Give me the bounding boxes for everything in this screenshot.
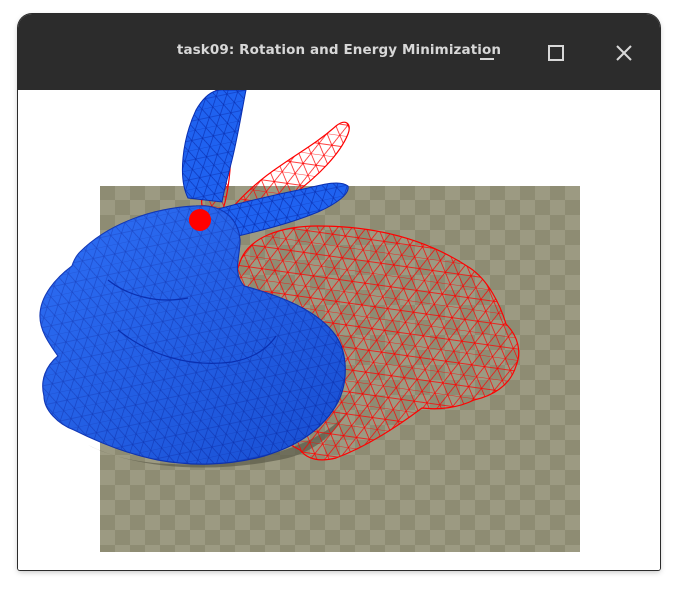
- close-button[interactable]: [609, 38, 639, 68]
- maximize-icon: [548, 45, 564, 61]
- gl-viewport[interactable]: [18, 90, 660, 570]
- minimize-icon: [480, 58, 494, 60]
- scene-svg: [39, 90, 580, 552]
- handle-point[interactable]: [189, 209, 211, 231]
- title-bar[interactable]: task09: Rotation and Energy Minimization: [18, 14, 660, 90]
- app-window: task09: Rotation and Energy Minimization: [18, 14, 660, 570]
- maximize-button[interactable]: [541, 38, 571, 68]
- close-icon: [616, 45, 632, 61]
- minimize-button[interactable]: [472, 38, 502, 68]
